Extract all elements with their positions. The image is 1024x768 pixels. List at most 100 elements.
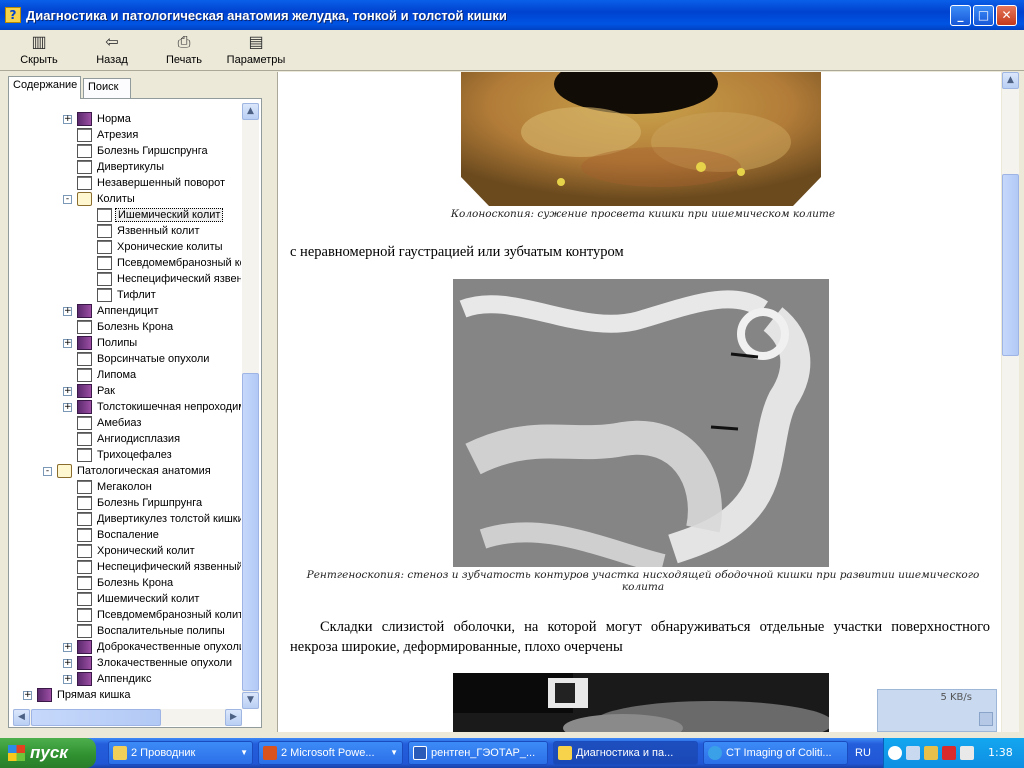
page-icon (97, 224, 112, 239)
tree-item[interactable]: Дивертикулез толстой кишки (77, 511, 241, 527)
maximize-button[interactable]: □ (973, 5, 994, 26)
tree-item[interactable]: Мегаколон (77, 479, 154, 495)
scroll-right-icon[interactable]: ▶ (225, 709, 242, 726)
collapse-icon[interactable]: - (63, 195, 72, 204)
tree-item[interactable]: Амебиаз (77, 415, 143, 431)
page-icon (77, 496, 92, 511)
tree-item[interactable]: Ишемический колит (97, 207, 224, 223)
scroll-up-icon[interactable]: ▲ (242, 103, 259, 120)
tree-item[interactable]: Патологическая анатомия (57, 463, 213, 479)
minimize-button[interactable]: _ (950, 5, 971, 26)
tree-item[interactable]: Псевдомембранозный колит (97, 255, 241, 271)
expand-icon[interactable]: + (63, 659, 72, 668)
expand-icon[interactable]: + (63, 675, 72, 684)
tray-chevron-icon[interactable] (888, 746, 902, 760)
tree-item[interactable]: Прямая кишка (37, 687, 133, 703)
scroll-down-icon[interactable]: ▼ (242, 692, 259, 709)
tree-item[interactable]: Липома (77, 367, 138, 383)
tree-item[interactable]: Доброкачественные опухоли (77, 639, 241, 655)
print-button[interactable]: ⎙ Печать (160, 32, 208, 70)
tree-item[interactable]: Болезнь Крона (77, 319, 175, 335)
back-button[interactable]: ⇦ Назад (88, 32, 136, 70)
folder-icon (113, 746, 127, 760)
open-book-icon (57, 464, 72, 479)
help-app-icon[interactable]: ? (5, 7, 21, 23)
tab-contents[interactable]: Содержание (8, 76, 81, 99)
close-button[interactable]: ✕ (996, 5, 1017, 26)
tree-scroll-thumb[interactable] (242, 373, 259, 691)
tree-item-label: Рак (97, 385, 115, 398)
tree-item-label: Ишемический колит (115, 208, 224, 223)
tree-item[interactable]: Язвенный колит (97, 223, 202, 239)
tree-item[interactable]: Толстокишечная непроходимость (77, 399, 241, 415)
tree-item[interactable]: Злокачественные опухоли (77, 655, 234, 671)
expand-icon[interactable]: + (63, 339, 72, 348)
system-tray: 1:38 (883, 738, 1024, 768)
tree-item[interactable]: Неспецифический язвенный колит (97, 271, 241, 287)
tree-item[interactable]: Воспалительные полипы (77, 623, 227, 639)
tree-item-label: Хронический колит (97, 545, 195, 558)
tray-app-icon[interactable] (924, 746, 938, 760)
tree-item[interactable]: Хронические колиты (97, 239, 225, 255)
tree-item[interactable]: Колиты (77, 191, 137, 207)
tree-item-label: Трихоцефалез (97, 449, 172, 462)
tree-item[interactable]: Псевдомембранозный колит (77, 607, 241, 623)
content-scroll-up-icon[interactable]: ▲ (1002, 72, 1019, 89)
tree-hscroll-thumb[interactable] (31, 709, 161, 726)
page-icon (77, 128, 92, 143)
tree-item-label: Воспалительные полипы (97, 625, 225, 638)
tree-vscrollbar[interactable]: ▲ ▼ (242, 103, 259, 709)
tree-item[interactable]: Рак (77, 383, 117, 399)
expand-icon[interactable]: + (23, 691, 32, 700)
tree-item[interactable]: Норма (77, 111, 133, 127)
tree-item[interactable]: Неспецифический язвенный колит (77, 559, 241, 575)
scroll-left-icon[interactable]: ◀ (13, 709, 30, 726)
tab-search[interactable]: Поиск (83, 78, 131, 98)
expand-icon[interactable]: + (63, 115, 72, 124)
start-button[interactable]: пуск (0, 738, 96, 768)
expand-icon[interactable]: + (63, 643, 72, 652)
hide-button[interactable]: ▥ Скрыть (14, 32, 64, 70)
tree-item[interactable]: Болезнь Крона (77, 575, 175, 591)
tree-item[interactable]: Ворсинчатые опухоли (77, 351, 211, 367)
language-indicator[interactable]: RU (855, 738, 881, 768)
task-explorer[interactable]: 2 Проводник ▼ (108, 741, 253, 765)
contents-pane: Норма + Атрезия Болезнь Гиршспрунга Дивертик… (8, 98, 262, 728)
tree-item-label: Псевдомембранозный колит (97, 609, 241, 622)
options-button[interactable]: ▤ Параметры (224, 32, 288, 70)
content-scroll-thumb[interactable] (1002, 174, 1019, 356)
tree-item[interactable]: Аппендикс (77, 671, 153, 687)
tree-item[interactable]: Аппендицит (77, 303, 161, 319)
page-icon (77, 624, 92, 639)
tree-item[interactable]: Трихоцефалез (77, 447, 174, 463)
topic-content: Колоноскопия: сужение просвета кишки при… (277, 72, 1001, 732)
page-icon (77, 576, 92, 591)
content-vscrollbar[interactable]: ▲ (1002, 72, 1019, 732)
task-browser[interactable]: CT Imaging of Coliti... (703, 741, 848, 765)
collapse-icon[interactable]: - (43, 467, 52, 476)
expand-icon[interactable]: + (63, 403, 72, 412)
tree-item-label: Аппендицит (97, 305, 159, 318)
tree-item[interactable]: Незавершенный поворот (77, 175, 227, 191)
antivirus-icon[interactable] (942, 746, 956, 760)
tree-item[interactable]: Хронический колит (77, 543, 197, 559)
tree-item[interactable]: Дивертикулы (77, 159, 166, 175)
tree-item[interactable]: Ишемический колит (77, 591, 201, 607)
tree-item[interactable]: Воспаление (77, 527, 161, 543)
expand-icon[interactable]: + (63, 387, 72, 396)
network-icon[interactable] (906, 746, 920, 760)
tree-item[interactable]: Болезнь Гиршпрунга (77, 495, 204, 511)
tree-item[interactable]: Атрезия (77, 127, 140, 143)
title-bar[interactable]: ? Диагностика и патологическая анатомия … (0, 0, 1024, 30)
tree-item[interactable]: Полипы (77, 335, 139, 351)
tree-item[interactable]: Ангиодисплазия (77, 431, 182, 447)
volume-icon[interactable] (960, 746, 974, 760)
tree-hscrollbar[interactable]: ◀ ▶ (13, 709, 242, 726)
task-help-active[interactable]: Диагностика и па... (553, 741, 698, 765)
expand-icon[interactable]: + (63, 307, 72, 316)
tree-item[interactable]: Тифлит (97, 287, 158, 303)
task-word[interactable]: рентген_ГЭОТАР_... (408, 741, 548, 765)
tree-item-label: Неспецифический язвенный колит (117, 273, 241, 286)
tree-item[interactable]: Болезнь Гиршспрунга (77, 143, 210, 159)
task-powerpoint[interactable]: 2 Microsoft Powe... ▼ (258, 741, 403, 765)
